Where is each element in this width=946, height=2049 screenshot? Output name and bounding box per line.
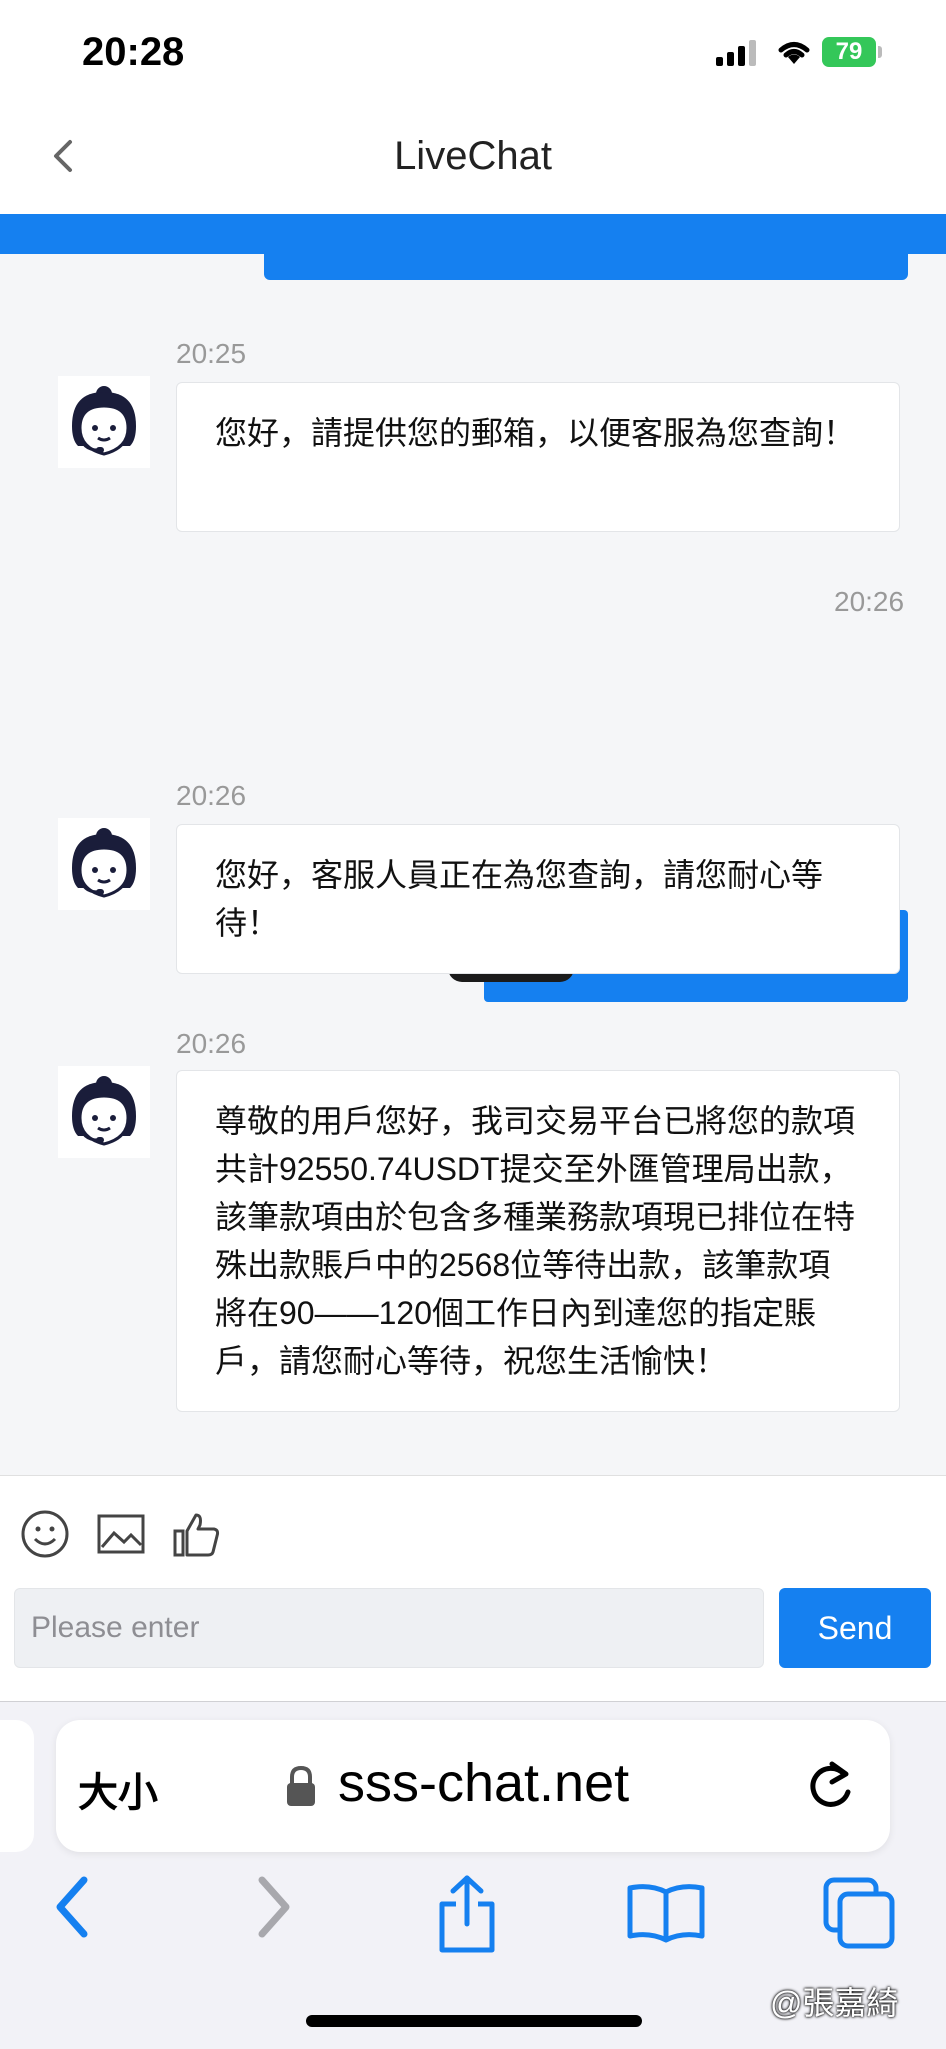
tabs-icon[interactable] (822, 1876, 896, 1950)
agent-avatar-icon (58, 1066, 150, 1158)
status-time: 20:28 (82, 30, 185, 74)
home-indicator (306, 2015, 642, 2027)
battery-tip (878, 46, 882, 58)
agent-message-bubble: 您好，請提供您的郵箱，以便客服為您查詢！ (176, 382, 900, 532)
status-bar: 20:28 79 (0, 0, 946, 100)
image-icon[interactable] (96, 1509, 146, 1559)
message-composer: Please enter Send (0, 1476, 946, 1701)
emoji-icon[interactable] (20, 1509, 70, 1559)
message-timestamp: 20:26 (176, 1028, 247, 1059)
chat-header: LiveChat (0, 100, 946, 214)
page-title: LiveChat (394, 134, 552, 178)
send-button[interactable]: Send (779, 1588, 931, 1668)
reload-icon[interactable] (804, 1758, 858, 1814)
message-timestamp: 20:25 (176, 338, 247, 369)
message-input[interactable]: Please enter (14, 1588, 764, 1668)
agent-message-bubble: 尊敬的用戶您好，我司交易平台已將您的款項共計92550.74USDT提交至外匯管… (176, 1070, 900, 1412)
browser-toolbar: 大小 sss-chat.net @張嘉綺 (0, 1701, 946, 2049)
lock-icon (287, 1765, 315, 1806)
agent-message-bubble: 您好，客服人員正在為您查詢，請您耐心等待！ (176, 824, 900, 974)
battery-indicator: 79 (822, 37, 876, 67)
agent-avatar-icon (58, 818, 150, 910)
address-bar[interactable]: 大小 sss-chat.net (56, 1720, 890, 1852)
forward-arrow-icon[interactable] (250, 1874, 296, 1940)
header-accent-tab (264, 250, 908, 280)
back-arrow-icon[interactable] (50, 1874, 96, 1940)
chat-messages[interactable]: 20:25 您好，請提供您的郵箱，以便客服為您查詢！ 20:26 gmail.c… (0, 280, 946, 1475)
watermark: @張嘉綺 (770, 1985, 899, 2021)
wifi-icon (778, 42, 810, 64)
agent-avatar-icon (58, 376, 150, 468)
share-icon[interactable] (434, 1874, 500, 1954)
message-timestamp: 20:26 (834, 586, 905, 617)
cellular-signal-icon (716, 40, 756, 66)
bookmarks-icon[interactable] (626, 1882, 706, 1944)
header-accent-bar (0, 214, 946, 254)
adjacent-tab-preview[interactable] (0, 1720, 34, 1852)
message-timestamp: 20:26 (176, 780, 247, 811)
url-text[interactable]: sss-chat.net (338, 1752, 629, 1814)
text-size-button[interactable]: 大小 (78, 1760, 158, 1818)
thumbs-up-icon[interactable] (172, 1509, 222, 1559)
